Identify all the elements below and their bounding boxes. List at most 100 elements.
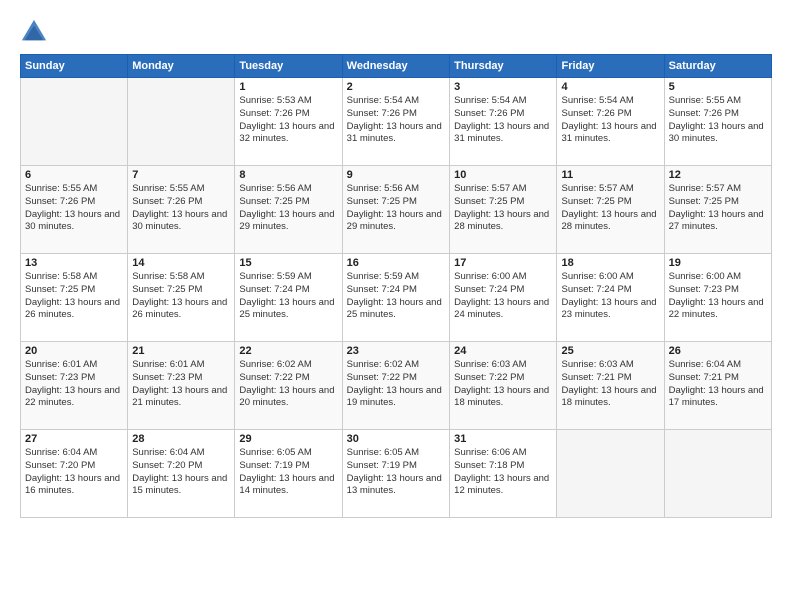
day-detail: Sunrise: 6:01 AMSunset: 7:23 PMDaylight:… xyxy=(25,359,123,410)
weekday-header-tuesday: Tuesday xyxy=(235,55,342,78)
day-number: 14 xyxy=(132,257,230,269)
calendar-cell xyxy=(128,78,235,166)
day-number: 5 xyxy=(669,81,767,93)
calendar-cell: 13 Sunrise: 5:58 AMSunset: 7:25 PMDayligh… xyxy=(21,254,128,342)
day-detail: Sunrise: 6:02 AMSunset: 7:22 PMDaylight:… xyxy=(347,359,445,410)
day-detail: Sunrise: 5:55 AMSunset: 7:26 PMDaylight:… xyxy=(669,95,767,146)
day-number: 16 xyxy=(347,257,445,269)
weekday-header-sunday: Sunday xyxy=(21,55,128,78)
day-detail: Sunrise: 5:58 AMSunset: 7:25 PMDaylight:… xyxy=(132,271,230,322)
weekday-header-monday: Monday xyxy=(128,55,235,78)
day-number: 2 xyxy=(347,81,445,93)
day-number: 6 xyxy=(25,169,123,181)
calendar-cell: 29Sunrise: 6:05 AMSunset: 7:19 PMDayligh… xyxy=(235,430,342,518)
day-number: 27 xyxy=(25,433,123,445)
calendar-cell: 17Sunrise: 6:00 AMSunset: 7:24 PMDayligh… xyxy=(450,254,557,342)
weekday-row: SundayMondayTuesdayWednesdayThursdayFrid… xyxy=(21,55,772,78)
day-detail: Sunrise: 5:56 AMSunset: 7:25 PMDaylight:… xyxy=(347,183,445,234)
calendar-cell: 23 Sunrise: 6:02 AMSunset: 7:22 PMDayligh… xyxy=(342,342,449,430)
calendar-cell: 3 Sunrise: 5:54 AMSunset: 7:26 PMDaylight… xyxy=(450,78,557,166)
calendar-week-4: 20 Sunrise: 6:01 AMSunset: 7:23 PMDayligh… xyxy=(21,342,772,430)
day-number: 3 xyxy=(454,81,552,93)
weekday-header-saturday: Saturday xyxy=(664,55,771,78)
calendar-cell: 11Sunrise: 5:57 AMSunset: 7:25 PMDayligh… xyxy=(557,166,664,254)
day-number: 13 xyxy=(25,257,123,269)
day-number: 23 xyxy=(347,345,445,357)
logo xyxy=(20,18,52,46)
day-number: 30 xyxy=(347,433,445,445)
day-detail: Sunrise: 6:04 AMSunset: 7:21 PMDaylight:… xyxy=(669,359,767,410)
calendar-cell: 6 Sunrise: 5:55 AMSunset: 7:26 PMDaylight… xyxy=(21,166,128,254)
weekday-header-friday: Friday xyxy=(557,55,664,78)
day-detail: Sunrise: 6:03 AMSunset: 7:21 PMDaylight:… xyxy=(561,359,659,410)
day-detail: Sunrise: 6:02 AMSunset: 7:22 PMDaylight:… xyxy=(239,359,337,410)
day-number: 22 xyxy=(239,345,337,357)
day-detail: Sunrise: 5:53 AMSunset: 7:26 PMDaylight:… xyxy=(239,95,337,146)
calendar-cell: 4 Sunrise: 5:54 AMSunset: 7:26 PMDaylight… xyxy=(557,78,664,166)
day-detail: Sunrise: 6:05 AMSunset: 7:19 PMDaylight:… xyxy=(347,447,445,498)
logo-icon xyxy=(20,18,48,46)
day-number: 31 xyxy=(454,433,552,445)
calendar-cell: 31 Sunrise: 6:06 AMSunset: 7:18 PMDayligh… xyxy=(450,430,557,518)
calendar-week-1: 1 Sunrise: 5:53 AMSunset: 7:26 PMDaylight… xyxy=(21,78,772,166)
calendar-cell xyxy=(21,78,128,166)
calendar-cell: 9Sunrise: 5:56 AMSunset: 7:25 PMDaylight… xyxy=(342,166,449,254)
calendar-cell: 2 Sunrise: 5:54 AMSunset: 7:26 PMDaylight… xyxy=(342,78,449,166)
calendar-cell: 24 Sunrise: 6:03 AMSunset: 7:22 PMDayligh… xyxy=(450,342,557,430)
day-number: 21 xyxy=(132,345,230,357)
calendar-cell: 21 Sunrise: 6:01 AMSunset: 7:23 PMDayligh… xyxy=(128,342,235,430)
day-detail: Sunrise: 6:01 AMSunset: 7:23 PMDaylight:… xyxy=(132,359,230,410)
calendar-table: SundayMondayTuesdayWednesdayThursdayFrid… xyxy=(20,54,772,518)
calendar-body: 1 Sunrise: 5:53 AMSunset: 7:26 PMDaylight… xyxy=(21,78,772,518)
calendar-cell xyxy=(664,430,771,518)
calendar-cell: 12 Sunrise: 5:57 AMSunset: 7:25 PMDayligh… xyxy=(664,166,771,254)
page-container: SundayMondayTuesdayWednesdayThursdayFrid… xyxy=(0,0,792,528)
day-detail: Sunrise: 6:00 AMSunset: 7:24 PMDaylight:… xyxy=(454,271,552,322)
day-detail: Sunrise: 5:59 AMSunset: 7:24 PMDaylight:… xyxy=(239,271,337,322)
calendar-cell: 25 Sunrise: 6:03 AMSunset: 7:21 PMDayligh… xyxy=(557,342,664,430)
calendar-cell: 30 Sunrise: 6:05 AMSunset: 7:19 PMDayligh… xyxy=(342,430,449,518)
day-detail: Sunrise: 6:06 AMSunset: 7:18 PMDaylight:… xyxy=(454,447,552,498)
calendar-cell: 28Sunrise: 6:04 AMSunset: 7:20 PMDayligh… xyxy=(128,430,235,518)
calendar-cell: 15Sunrise: 5:59 AMSunset: 7:24 PMDayligh… xyxy=(235,254,342,342)
calendar-cell xyxy=(557,430,664,518)
day-detail: Sunrise: 5:57 AMSunset: 7:25 PMDaylight:… xyxy=(669,183,767,234)
day-number: 1 xyxy=(239,81,337,93)
day-number: 7 xyxy=(132,169,230,181)
calendar-cell: 8Sunrise: 5:56 AMSunset: 7:25 PMDaylight… xyxy=(235,166,342,254)
day-number: 19 xyxy=(669,257,767,269)
calendar-cell: 22 Sunrise: 6:02 AMSunset: 7:22 PMDayligh… xyxy=(235,342,342,430)
calendar-cell: 16 Sunrise: 5:59 AMSunset: 7:24 PMDayligh… xyxy=(342,254,449,342)
day-detail: Sunrise: 5:57 AMSunset: 7:25 PMDaylight:… xyxy=(561,183,659,234)
calendar-cell: 10 Sunrise: 5:57 AMSunset: 7:25 PMDayligh… xyxy=(450,166,557,254)
day-detail: Sunrise: 6:03 AMSunset: 7:22 PMDaylight:… xyxy=(454,359,552,410)
calendar-cell: 7 Sunrise: 5:55 AMSunset: 7:26 PMDaylight… xyxy=(128,166,235,254)
day-number: 20 xyxy=(25,345,123,357)
day-number: 12 xyxy=(669,169,767,181)
day-number: 29 xyxy=(239,433,337,445)
calendar-cell: 20 Sunrise: 6:01 AMSunset: 7:23 PMDayligh… xyxy=(21,342,128,430)
day-number: 24 xyxy=(454,345,552,357)
day-detail: Sunrise: 5:55 AMSunset: 7:26 PMDaylight:… xyxy=(132,183,230,234)
calendar-cell: 18Sunrise: 6:00 AMSunset: 7:24 PMDayligh… xyxy=(557,254,664,342)
day-detail: Sunrise: 5:59 AMSunset: 7:24 PMDaylight:… xyxy=(347,271,445,322)
header xyxy=(20,18,772,46)
calendar-cell: 1 Sunrise: 5:53 AMSunset: 7:26 PMDaylight… xyxy=(235,78,342,166)
day-detail: Sunrise: 5:54 AMSunset: 7:26 PMDaylight:… xyxy=(561,95,659,146)
weekday-header-thursday: Thursday xyxy=(450,55,557,78)
day-detail: Sunrise: 5:58 AMSunset: 7:25 PMDaylight:… xyxy=(25,271,123,322)
day-number: 18 xyxy=(561,257,659,269)
day-number: 26 xyxy=(669,345,767,357)
day-detail: Sunrise: 5:54 AMSunset: 7:26 PMDaylight:… xyxy=(347,95,445,146)
day-detail: Sunrise: 5:57 AMSunset: 7:25 PMDaylight:… xyxy=(454,183,552,234)
weekday-header-wednesday: Wednesday xyxy=(342,55,449,78)
day-detail: Sunrise: 6:00 AMSunset: 7:23 PMDaylight:… xyxy=(669,271,767,322)
day-detail: Sunrise: 5:54 AMSunset: 7:26 PMDaylight:… xyxy=(454,95,552,146)
day-number: 25 xyxy=(561,345,659,357)
day-detail: Sunrise: 5:55 AMSunset: 7:26 PMDaylight:… xyxy=(25,183,123,234)
day-detail: Sunrise: 6:04 AMSunset: 7:20 PMDaylight:… xyxy=(25,447,123,498)
day-number: 4 xyxy=(561,81,659,93)
day-detail: Sunrise: 5:56 AMSunset: 7:25 PMDaylight:… xyxy=(239,183,337,234)
calendar-cell: 26 Sunrise: 6:04 AMSunset: 7:21 PMDayligh… xyxy=(664,342,771,430)
day-number: 10 xyxy=(454,169,552,181)
